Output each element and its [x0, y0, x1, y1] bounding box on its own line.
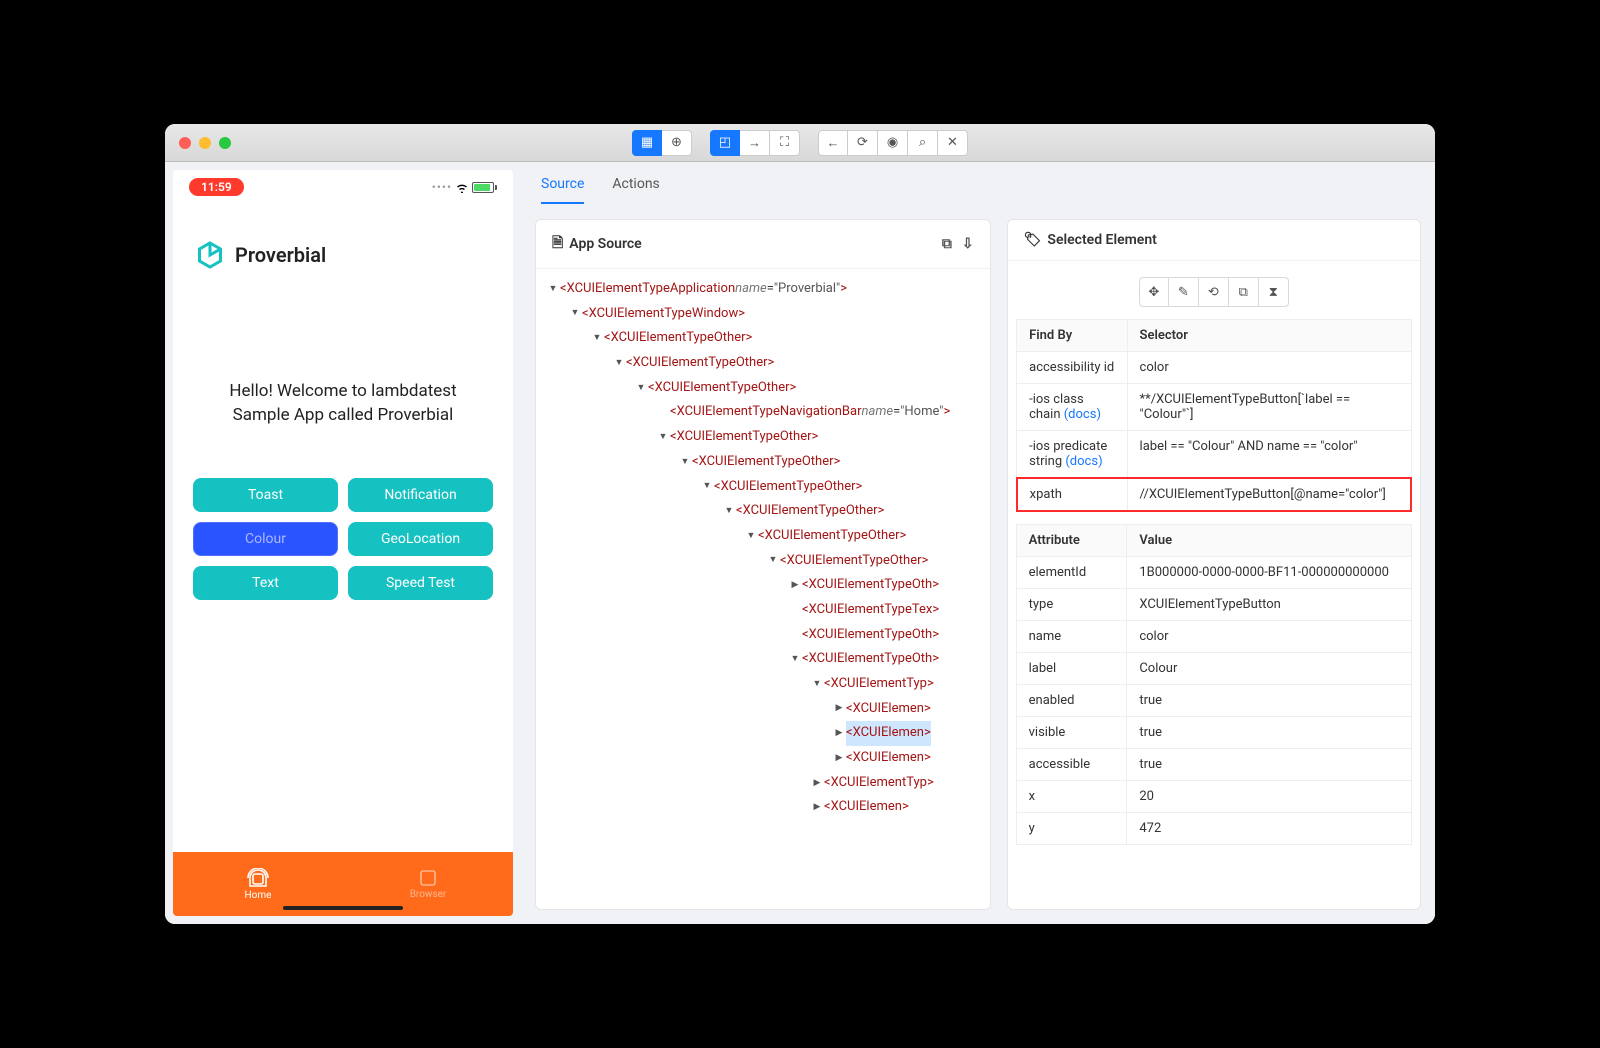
download-icon[interactable]: ⇩ [962, 236, 974, 252]
app-button-geolocation[interactable]: GeoLocation [348, 522, 493, 556]
refresh-element-icon[interactable]: ⟲ [1199, 277, 1229, 307]
inspect-icon[interactable]: ◰ [710, 130, 740, 156]
attr-row: x20 [1016, 781, 1411, 813]
panel-title: App Source [569, 236, 641, 252]
tree-node[interactable]: ▼<XCUIElementTypeApplication name="Prove… [546, 277, 980, 302]
app-button-toast[interactable]: Toast [193, 478, 338, 512]
app-button-text[interactable]: Text [193, 566, 338, 600]
globe-icon[interactable]: ⊕ [662, 130, 692, 156]
expand-icon[interactable]: ⛶ [770, 130, 800, 156]
search-icon[interactable]: ⌕ [908, 130, 938, 156]
tree-node[interactable]: ▼<XCUIElementTypeOther> [546, 425, 980, 450]
tree-node[interactable]: ▼<XCUIElementTypeOth> [546, 647, 980, 672]
attr-row: elementId1B000000-0000-0000-BF11-0000000… [1016, 557, 1411, 589]
tree-node[interactable]: <XCUIElementTypeOth> [546, 623, 980, 648]
attr-row: y472 [1016, 813, 1411, 845]
app-logo-icon [195, 240, 225, 270]
file-icon: 🗎 [552, 232, 563, 256]
tag-icon: 🏷 [1024, 232, 1042, 248]
arrow-right-icon[interactable]: → [740, 130, 770, 156]
maximize-window[interactable] [219, 137, 231, 149]
edit-icon[interactable]: ✎ [1169, 277, 1199, 307]
toolbar: ▦ ⊕ ◰ → ⛶ ← ⟳ ◉ ⌕ ✕ [632, 130, 968, 156]
tree-node[interactable]: ▶<XCUIElementTyp> [546, 771, 980, 796]
copy-element-icon[interactable]: ⧉ [1229, 277, 1259, 307]
app-button-notification[interactable]: Notification [348, 478, 493, 512]
tree-node[interactable]: ▼<XCUIElementTypeOther> [546, 499, 980, 524]
time-pill: 11:59 [189, 178, 244, 196]
tree-node[interactable]: ▼<XCUIElementTypeOther> [546, 326, 980, 351]
tree-node[interactable]: ▼<XCUIElementTypeWindow> [546, 302, 980, 327]
back-icon[interactable]: ← [818, 130, 848, 156]
tree-node[interactable]: ▼<XCUIElementTypeOther> [546, 475, 980, 500]
tree-node[interactable]: ▼<XCUIElementTypeOther> [546, 524, 980, 549]
welcome-text: Hello! Welcome to lambdatest Sample App … [173, 280, 513, 468]
tree-node[interactable]: <XCUIElementTypeNavigationBar name="Home… [546, 400, 980, 425]
inspector-tabs: Source Actions [521, 162, 1435, 205]
findby-row[interactable]: accessibility id color [1017, 352, 1411, 384]
tree-node[interactable]: ▶<XCUIElemen> [546, 746, 980, 771]
source-tree[interactable]: ▼<XCUIElementTypeApplication name="Prove… [536, 269, 990, 909]
findby-table: Find By Selector accessibility id color-… [1016, 319, 1412, 512]
attr-row: typeXCUIElementTypeButton [1016, 589, 1411, 621]
traffic-lights [179, 137, 231, 149]
app-button-colour[interactable]: Colour [193, 522, 338, 556]
minimize-window[interactable] [199, 137, 211, 149]
copy-icon[interactable]: ⧉ [942, 236, 952, 252]
eye-icon[interactable]: ◉ [878, 130, 908, 156]
attr-row: enabledtrue [1016, 685, 1411, 717]
app-source-panel: 🗎 App Source ⧉ ⇩ ▼<XCUIElementTypeApplic… [535, 219, 991, 910]
grid-icon[interactable]: ▦ [632, 130, 662, 156]
element-actions: ✥ ✎ ⟲ ⧉ ⧗ [1139, 277, 1289, 307]
selected-element-panel: 🏷 Selected Element ✥ ✎ ⟲ ⧉ ⧗ [1007, 219, 1421, 910]
attr-row: visibletrue [1016, 717, 1411, 749]
tree-node[interactable]: ▶<XCUIElemen> [546, 721, 980, 746]
app-button-speed test[interactable]: Speed Test [348, 566, 493, 600]
tree-node[interactable]: ▶<XCUIElemen> [546, 795, 980, 820]
signal-icon: •••• [432, 180, 452, 194]
wifi-icon [455, 182, 469, 193]
attr-row: namecolor [1016, 621, 1411, 653]
panel-title: Selected Element [1047, 232, 1156, 248]
close-window[interactable] [179, 137, 191, 149]
titlebar: ▦ ⊕ ◰ → ⛶ ← ⟳ ◉ ⌕ ✕ [165, 124, 1435, 162]
findby-row[interactable]: xpath //XCUIElementTypeButton[@name="col… [1017, 478, 1411, 511]
app-title: Proverbial [235, 243, 326, 267]
battery-icon [472, 182, 497, 193]
status-icons: •••• [432, 180, 497, 194]
app-header: Proverbial [173, 200, 513, 280]
tree-node[interactable]: <XCUIElementTypeTex> [546, 598, 980, 623]
timer-icon[interactable]: ⧗ [1259, 277, 1289, 307]
inspector-pane: Source Actions 🗎 App Source ⧉ ⇩ [521, 162, 1435, 924]
tab-actions[interactable]: Actions [612, 170, 659, 204]
attributes-table: Attribute Value elementId1B000000-0000-0… [1016, 524, 1412, 845]
status-bar: 11:59 •••• [173, 170, 513, 200]
home-indicator [283, 906, 403, 910]
tree-node[interactable]: ▶<XCUIElementTypeOth> [546, 573, 980, 598]
tree-node[interactable]: ▼<XCUIElementTypeOther> [546, 549, 980, 574]
attr-row: labelColour [1016, 653, 1411, 685]
tree-node[interactable]: ▼<XCUIElementTypeOther> [546, 376, 980, 401]
tap-icon[interactable]: ✥ [1139, 277, 1169, 307]
main-body: 11:59 •••• Proverbial [165, 162, 1435, 924]
attr-row: accessibletrue [1016, 749, 1411, 781]
tree-node[interactable]: ▶<XCUIElemen> [546, 697, 980, 722]
tree-node[interactable]: ▼<XCUIElementTyp> [546, 672, 980, 697]
close-icon[interactable]: ✕ [938, 130, 968, 156]
button-grid: Toast Notification Colour GeoLocation Text Sp… [173, 468, 513, 610]
tab-source[interactable]: Source [541, 170, 584, 204]
app-window: ▦ ⊕ ◰ → ⛶ ← ⟳ ◉ ⌕ ✕ 11:59 •••• [165, 124, 1435, 924]
device-preview: 11:59 •••• Proverbial [173, 170, 513, 916]
tree-node[interactable]: ▼<XCUIElementTypeOther> [546, 351, 980, 376]
refresh-icon[interactable]: ⟳ [848, 130, 878, 156]
tree-node[interactable]: ▼<XCUIElementTypeOther> [546, 450, 980, 475]
findby-row[interactable]: -ios class chain (docs)**/XCUIElementTyp… [1017, 384, 1411, 431]
findby-row[interactable]: -ios predicate string (docs)label == "Co… [1017, 431, 1411, 479]
